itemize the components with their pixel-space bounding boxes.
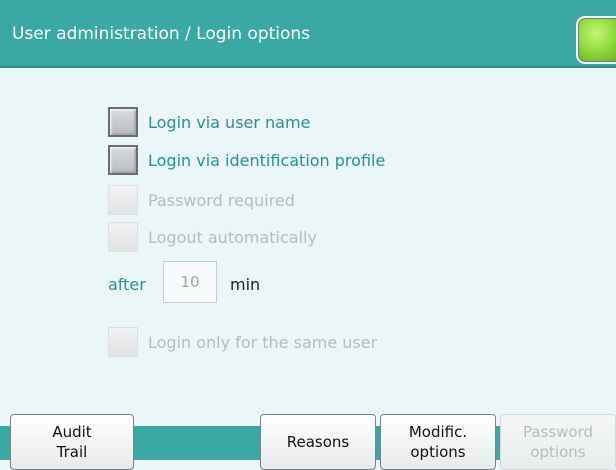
page-title: User administration / Login options [12, 24, 311, 44]
minutes-unit-label: min [230, 275, 261, 294]
modific-options-label-line1: Modific. [408, 423, 468, 441]
login-via-identification-profile-label: Login via identification profile [148, 151, 386, 170]
audit-trail-label-line2: Trail [56, 443, 88, 461]
reasons-button[interactable]: Reasons [260, 414, 376, 470]
logout-minutes-field: 10 [163, 261, 217, 303]
modific-options-button[interactable]: Modific. options [380, 414, 496, 470]
login-via-user-name-checkbox[interactable] [108, 107, 138, 137]
password-required-checkbox [108, 185, 138, 215]
password-options-label-line1: Password [522, 423, 594, 441]
login-only-same-user-checkbox [108, 327, 138, 357]
modific-options-label-line2: options [410, 443, 466, 461]
after-label: after [108, 275, 146, 294]
logout-automatically-label: Logout automatically [148, 228, 317, 247]
login-only-same-user-label: Login only for the same user [148, 333, 378, 352]
password-options-label-line2: options [530, 443, 586, 461]
password-required-label: Password required [148, 191, 295, 210]
title-bar: User administration / Login options [0, 0, 616, 68]
home-icon[interactable] [576, 16, 616, 64]
audit-trail-button[interactable]: Audit Trail [10, 414, 134, 470]
login-via-user-name-label: Login via user name [148, 113, 311, 132]
password-options-button: Password options [500, 414, 616, 470]
logout-automatically-checkbox [108, 222, 138, 252]
audit-trail-label-line1: Audit [52, 423, 92, 441]
login-via-identification-profile-checkbox[interactable] [108, 145, 138, 175]
reasons-label: Reasons [286, 433, 350, 451]
